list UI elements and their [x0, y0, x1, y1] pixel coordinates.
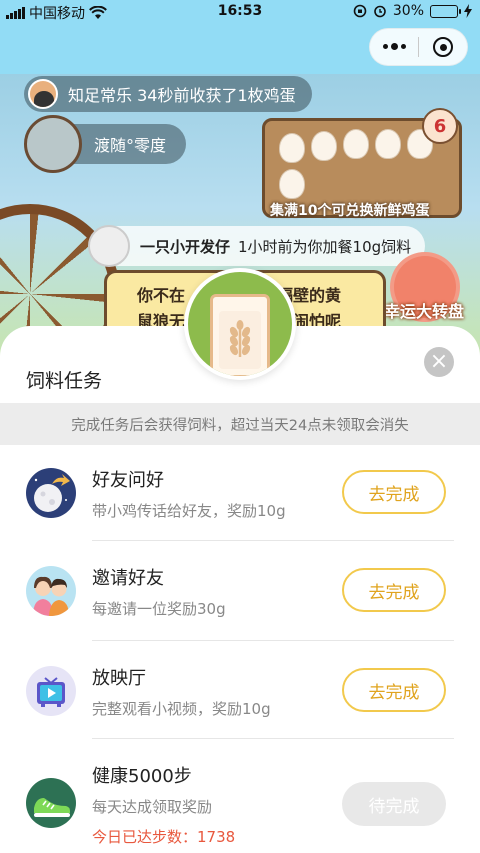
task-name: 健康5000步 [92, 766, 192, 787]
pending-button[interactable]: 待完成 [342, 782, 446, 826]
go-complete-button[interactable]: 去完成 [342, 470, 446, 514]
visitor-pill[interactable]: 渡随°零度 [24, 115, 187, 173]
egg-count-badge: 6 [422, 108, 458, 144]
egg-icon [311, 131, 337, 161]
exit-button[interactable] [419, 29, 467, 65]
egg-icon [375, 129, 401, 159]
task-desc: 每天达成领取奖励 [92, 798, 213, 816]
close-button[interactable]: × [424, 347, 454, 377]
more-dots-icon [382, 43, 406, 50]
steps-progress: 今日已达步数：1738 [92, 828, 236, 846]
friends-icon [26, 566, 76, 616]
moon-share-icon [26, 468, 76, 518]
feed-task-sheet: 饲料任务 × 完成任务后会获得饲料，超过当天24点未领取会消失 好友问好 带小鸡… [0, 326, 480, 853]
task-name: 邀请好友 [92, 568, 164, 589]
avatar [88, 225, 130, 267]
egg-icon [343, 129, 369, 159]
message-user: 一只小开发仔 [140, 237, 231, 256]
egg-icon [279, 169, 305, 199]
message-user: 知足常乐 [68, 86, 133, 105]
status-right: 30% [353, 3, 472, 19]
battery-icon [430, 4, 461, 18]
visitor-name: 渡随°零度 [94, 136, 167, 155]
go-complete-button[interactable]: 去完成 [342, 668, 446, 712]
task-name: 好友问好 [92, 470, 164, 491]
sheet-title: 饲料任务 [26, 370, 103, 392]
divider [92, 540, 454, 541]
go-complete-button[interactable]: 去完成 [342, 568, 446, 612]
feed-message: 一只小开发仔 1小时前为你加餐10g饲料 [88, 225, 426, 267]
orientation-lock-icon [353, 4, 367, 18]
avatar [28, 79, 58, 109]
task-name: 放映厅 [92, 668, 146, 689]
notice-text: 你不在 [137, 286, 186, 305]
message-text: 1小时前为你加餐10g饲料 [238, 237, 412, 256]
status-bar: 中国移动 16:53 30% [0, 0, 480, 24]
feed-bag-badge [184, 268, 296, 380]
battery-percent: 30% [392, 3, 424, 19]
task-notice: 完成任务后会获得饲料，超过当天24点未领取会消失 [0, 403, 480, 445]
activity-message: 知足常乐 34秒前收获了1枚鸡蛋 [24, 76, 312, 112]
more-button[interactable] [370, 29, 418, 65]
nav-bar [0, 24, 480, 74]
tv-icon [26, 666, 76, 716]
divider [92, 640, 454, 641]
task-desc: 完整观看小视频，奖励10g [92, 700, 271, 718]
lucky-wheel-label[interactable]: 幸运大转盘 [384, 298, 464, 322]
divider [92, 738, 454, 739]
tray-caption: 集满10个可兑换新鲜鸡蛋 [270, 203, 430, 219]
charging-icon [464, 4, 472, 18]
close-icon: × [429, 349, 449, 374]
task-desc: 每邀请一位奖励30g [92, 600, 226, 618]
mini-program-capsule [369, 28, 468, 66]
message-text: 34秒前收获了1枚鸡蛋 [137, 86, 296, 105]
task-desc: 带小鸡传话给好友，奖励10g [92, 502, 286, 520]
exit-target-icon [433, 37, 453, 57]
avatar [24, 115, 82, 173]
alarm-icon [374, 5, 386, 18]
wheat-icon [229, 320, 251, 357]
sneaker-icon [26, 778, 76, 828]
egg-icon [279, 133, 305, 163]
feed-bag-icon [210, 294, 270, 376]
